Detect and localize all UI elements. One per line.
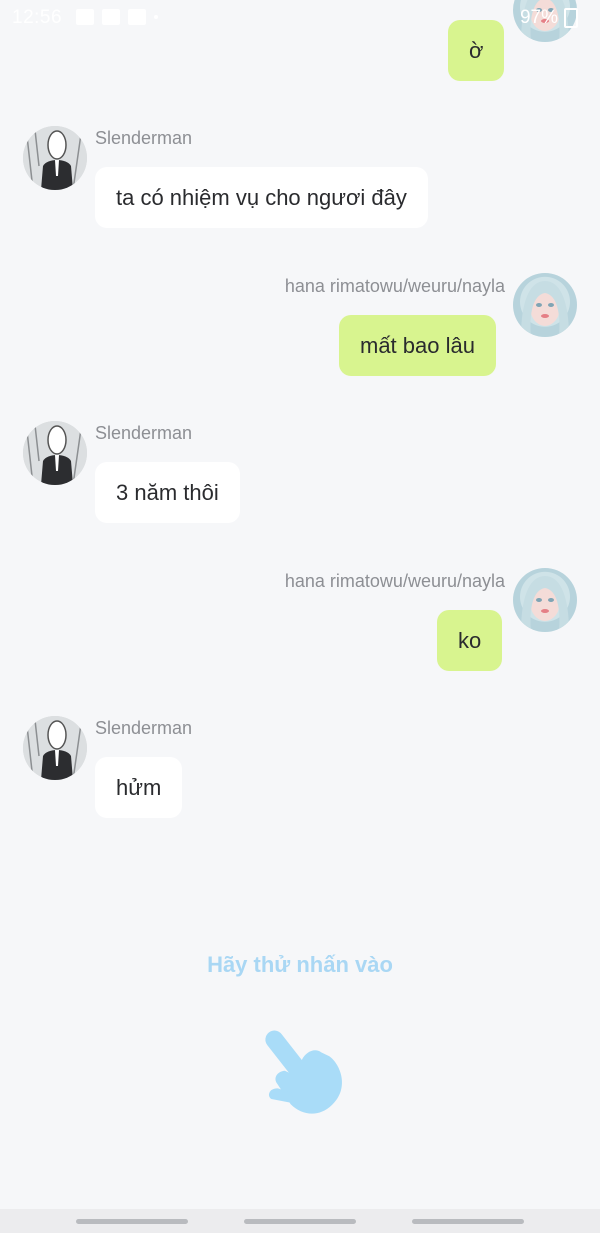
battery-icon [564, 8, 578, 28]
app-notification-icon [102, 9, 120, 25]
message-bubble[interactable]: hửm [95, 757, 183, 818]
message-bubble[interactable]: mất bao lâu [339, 315, 496, 376]
status-bar: 12:56 97% [0, 0, 600, 36]
avatar-slenderman[interactable] [23, 716, 87, 780]
nav-handle-center[interactable] [244, 1219, 356, 1224]
nav-handle-right[interactable] [412, 1219, 524, 1224]
sender-name: hana rimatowu/weuru/nayla [284, 276, 505, 296]
status-time: 12:56 [12, 7, 63, 28]
avatar-image [23, 126, 87, 190]
sender-name: Slenderman [95, 718, 193, 738]
avatar-image [23, 716, 87, 780]
pointing-hand-icon[interactable] [252, 1018, 352, 1120]
avatar-hana[interactable] [513, 273, 577, 337]
nav-handle-left[interactable] [76, 1219, 188, 1224]
notification-icon [76, 9, 94, 25]
folder-icon [128, 9, 146, 25]
avatar-image [521, 281, 569, 337]
sender-name: hana rimatowu/weuru/nayla [284, 571, 505, 591]
avatar-slenderman[interactable] [23, 126, 87, 190]
avatar-slenderman[interactable] [23, 421, 87, 485]
tap-hint-text[interactable]: Hãy thử nhấn vào [0, 952, 600, 978]
status-right: 97% [520, 7, 578, 29]
avatar-image [521, 576, 569, 632]
avatar-image [23, 421, 87, 485]
message-bubble[interactable]: ko [437, 610, 503, 671]
sender-name: Slenderman [95, 423, 193, 443]
avatar-hana[interactable] [513, 568, 577, 632]
notification-icons [76, 9, 158, 25]
message-bubble[interactable]: 3 năm thôi [95, 462, 240, 523]
sender-name: Slenderman [95, 128, 193, 148]
battery-level: 97% [519, 7, 558, 28]
more-notifications-icon [154, 15, 158, 19]
message-bubble[interactable]: ta có nhiệm vụ cho ngươi đây [95, 167, 428, 228]
